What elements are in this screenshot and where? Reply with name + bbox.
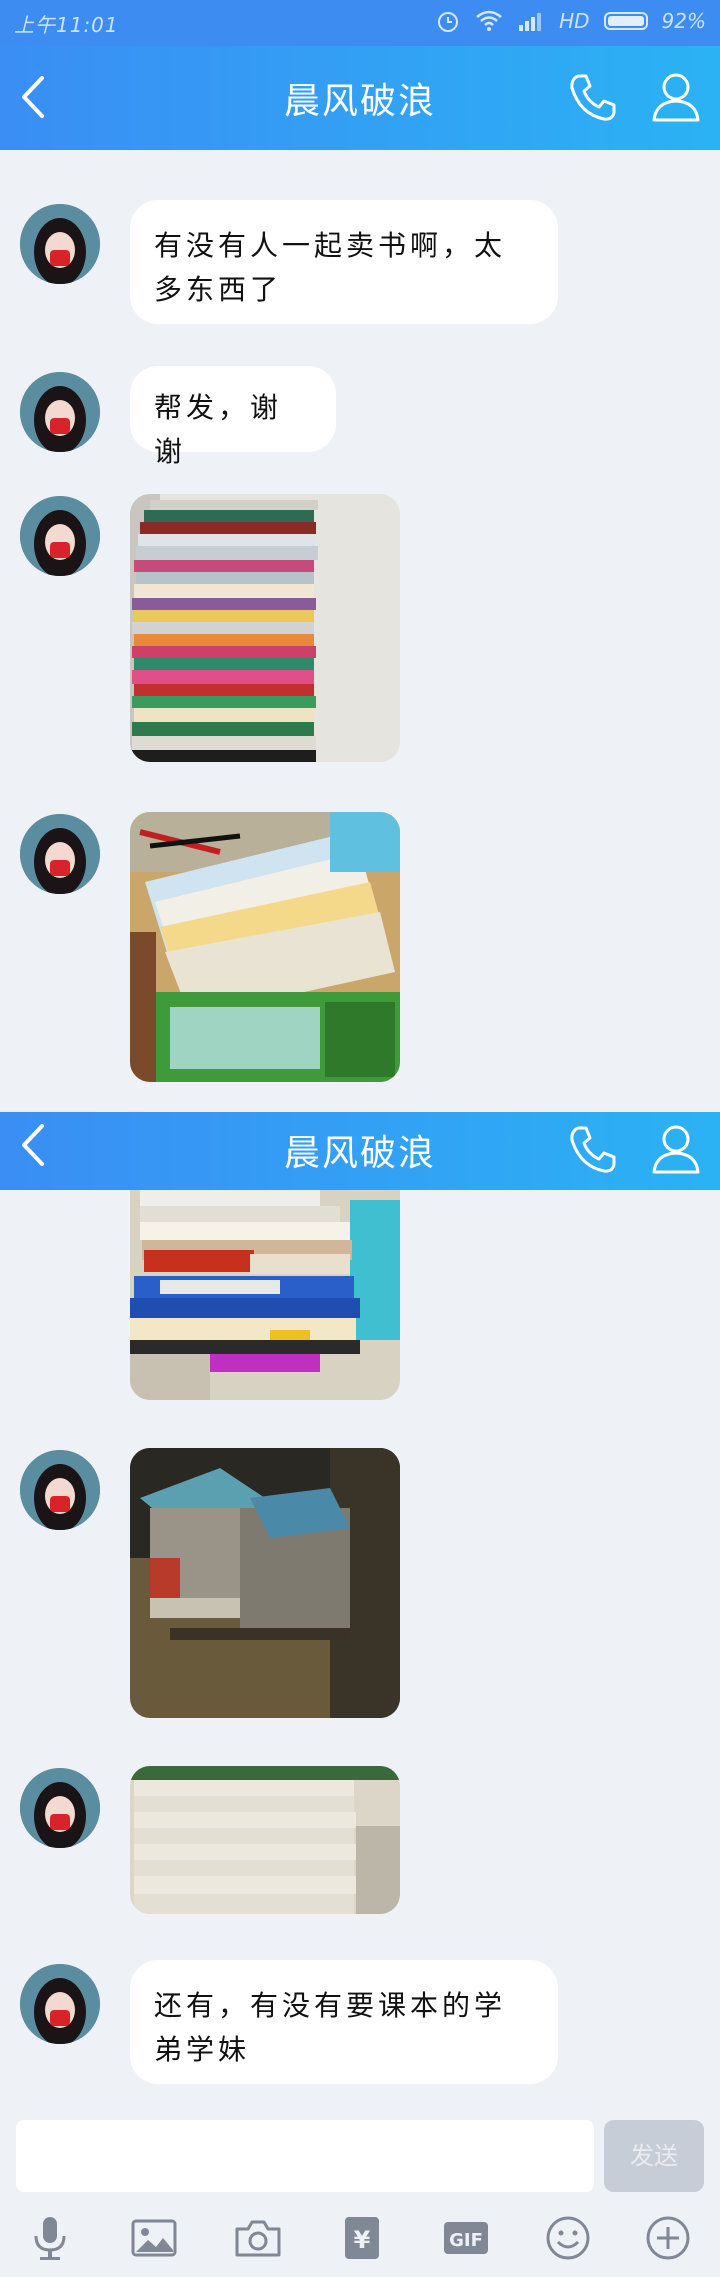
emoji-icon[interactable] [540,2210,596,2266]
avatar[interactable] [20,496,100,576]
avatar[interactable] [20,1450,100,1530]
red-packet-icon[interactable]: ¥ [334,2210,390,2266]
battery-icon [603,12,648,30]
contact-icon[interactable] [650,70,702,124]
network-type: HD [559,9,590,33]
contact-icon[interactable] [650,1122,702,1176]
gif-icon[interactable]: GIF [438,2210,494,2266]
plus-icon[interactable] [640,2210,696,2266]
alarm-icon [438,12,459,32]
signal-icon [519,13,542,31]
photo-message[interactable] [130,1448,400,1718]
message-input[interactable] [16,2120,594,2192]
send-button[interactable]: 发送 [604,2120,704,2192]
status-bar: 上午11:01 HD 92% [0,0,720,46]
camera-icon[interactable] [230,2210,286,2266]
avatar[interactable] [20,1964,100,2044]
photo-message[interactable] [130,812,400,1082]
battery-percent: 92% [661,9,706,33]
wifi-icon [476,10,502,31]
message-bubble[interactable]: 帮发，谢谢 [130,366,336,468]
microphone-icon[interactable] [22,2210,78,2266]
photo-message[interactable] [130,1766,400,1914]
message-bubble[interactable]: 有没有人一起卖书啊，太多东西了 [130,200,558,324]
input-toolbar: ¥ GIF [0,2200,720,2277]
photo-message[interactable] [130,1190,400,1400]
image-icon[interactable] [126,2210,182,2266]
avatar[interactable] [20,372,100,452]
chat-header-duplicate: 晨风破浪 [0,1112,720,1190]
status-time: 上午11:01 [14,13,119,37]
chat-header: 晨风破浪 [0,46,720,150]
photo-message[interactable] [130,494,400,762]
avatar[interactable] [20,1768,100,1848]
avatar[interactable] [20,204,100,284]
message-bubble[interactable]: 还有，有没有要课本的学弟学妹 [130,1960,558,2084]
gif-label: GIF [449,2230,483,2251]
avatar[interactable] [20,814,100,894]
phone-icon[interactable] [566,70,620,124]
yuan-label: ¥ [354,2226,371,2254]
input-bar: 发送 [0,2110,720,2200]
phone-icon[interactable] [566,1122,620,1176]
